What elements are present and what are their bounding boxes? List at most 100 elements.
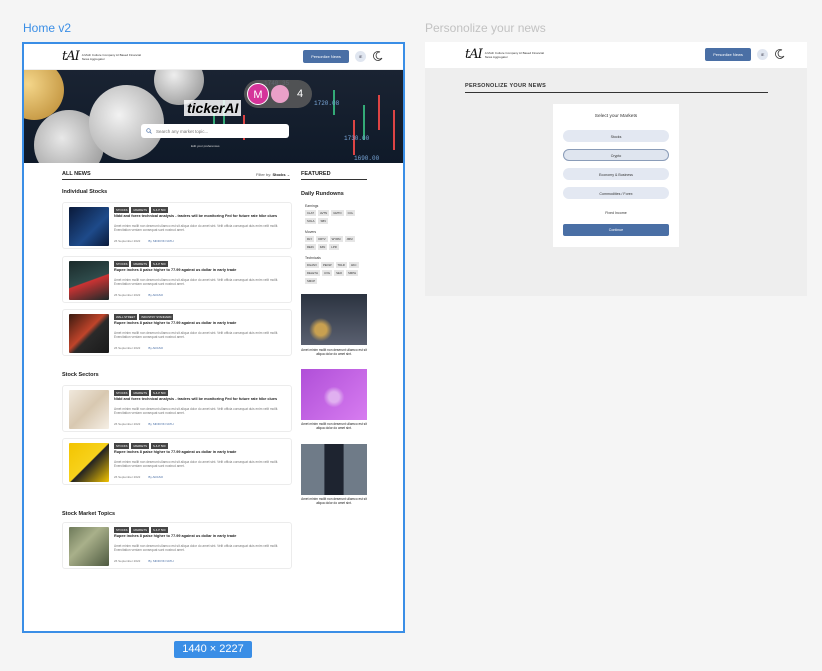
article-title[interactable]: Rupee inches 8 paise higher to 77.99 aga…: [114, 534, 286, 539]
tag[interactable]: STOCKS: [114, 390, 130, 396]
market-option-crypto[interactable]: Crypto: [563, 149, 669, 161]
article-author[interactable]: By SIDDVIK NATH: [148, 422, 173, 426]
tag[interactable]: STOCKS: [114, 261, 130, 267]
language-badge[interactable]: IE: [757, 49, 768, 60]
tag[interactable]: MARKETS: [131, 261, 149, 267]
ticker-chip[interactable]: AKC: [348, 262, 359, 268]
ticker-chip[interactable]: KZN: [317, 244, 328, 250]
article-title[interactable]: Nidd and forex technical analysis - trad…: [114, 397, 286, 402]
logo[interactable]: tAI A Moth Culture Company AI Based Fina…: [62, 49, 142, 64]
market-option-commodities[interactable]: Commodities / Forex: [563, 187, 669, 199]
article-title[interactable]: Rupee inches 8 paise higher to 77.99 aga…: [114, 450, 286, 455]
news-card[interactable]: STOCKS MARKETS S & P 500 Rupee inches 8 …: [62, 438, 292, 485]
collaborators-badge[interactable]: M 4: [244, 80, 312, 108]
tag[interactable]: MARKETS: [131, 527, 149, 533]
all-news-heading: ALL NEWS: [62, 171, 91, 177]
ticker-chip[interactable]: CLAT: [305, 210, 316, 216]
tag[interactable]: S & P 500: [150, 207, 168, 213]
ticker-chip[interactable]: SEO: [334, 270, 345, 276]
tag[interactable]: S & P 500: [150, 527, 168, 533]
ticker-chip[interactable]: SBV: [318, 218, 329, 224]
news-card[interactable]: STOCKS MARKETS S & P 500 Nidd and forex …: [62, 385, 292, 432]
tag[interactable]: MARKETS: [131, 207, 149, 213]
ticker-chip[interactable]: PEOW: [320, 262, 334, 268]
article-author[interactable]: By SIDDVIK NATH: [148, 239, 173, 243]
ticker-chip[interactable]: WYRM: [329, 236, 343, 242]
ticker-chip[interactable]: RLY: [305, 236, 315, 242]
search-input[interactable]: [156, 128, 276, 134]
ticker-chip[interactable]: LPR: [329, 244, 339, 250]
article-excerpt: Amet minim mollit non deserunt ullamco e…: [114, 460, 279, 468]
tag[interactable]: S & P 500: [150, 390, 168, 396]
ticker-chip[interactable]: SMCP: [305, 278, 318, 284]
tag-list: STOCKS MARKETS S & P 500: [114, 261, 168, 267]
logo-tagline: A Moth Culture Company AI Based Financia…: [484, 50, 544, 59]
moon-icon[interactable]: [372, 50, 384, 62]
ticker-chip-list: CLAT AVTN GMTO CCL SOLA SBV: [305, 210, 365, 224]
tag[interactable]: STOCKS: [114, 443, 130, 449]
ticker-chip[interactable]: SOLA: [305, 218, 317, 224]
svg-text:1690.00: 1690.00: [354, 155, 380, 162]
featured-image[interactable]: [301, 444, 367, 495]
tag[interactable]: STOCKS: [114, 527, 130, 533]
ticker-chip[interactable]: REIN: [305, 244, 316, 250]
svg-text:1720.08: 1720.08: [314, 100, 340, 107]
ticker-chip[interactable]: GMTO: [331, 210, 344, 216]
personalize-news-button[interactable]: Personlize News: [705, 48, 751, 61]
ticker-chip[interactable]: UXG: [322, 270, 333, 276]
tag[interactable]: INDUSTRY STANDARD: [139, 314, 174, 320]
daily-rundowns-title: Daily Rundowns: [301, 191, 344, 197]
search-bar[interactable]: [141, 124, 289, 138]
ticker-chip[interactable]: DELETH: [305, 270, 321, 276]
ticker-chip[interactable]: CCL: [345, 210, 356, 216]
tag[interactable]: S & P 500: [150, 261, 168, 267]
home-frame[interactable]: tAI A Moth Culture Company AI Based Fina…: [22, 42, 405, 633]
ticker-chip[interactable]: AVTN: [317, 210, 330, 216]
market-selection-panel: Select your Markets Stocks Crypto Econom…: [553, 104, 679, 247]
article-excerpt: Amet minim mollit non deserunt ullamco e…: [114, 224, 279, 232]
tag[interactable]: S & P 500: [150, 443, 168, 449]
news-card[interactable]: STOCKS MARKETS S & P 500 Rupee inches 8 …: [62, 522, 292, 569]
tag[interactable]: MARKETS: [131, 390, 149, 396]
featured-caption[interactable]: Amet minim mollit non deserunt ullamco e…: [301, 497, 367, 505]
ticker-chip[interactable]: DGANV: [305, 262, 319, 268]
ticker-chip[interactable]: TDLR: [335, 262, 347, 268]
article-thumbnail: [69, 314, 109, 353]
frame-label-home[interactable]: Home v2: [23, 21, 71, 35]
ticker-chip[interactable]: KRTV: [316, 236, 328, 242]
tag[interactable]: STOCKS: [114, 207, 130, 213]
logo[interactable]: tAI A Moth Culture Company AI Based Fina…: [465, 47, 545, 62]
filter-dropdown[interactable]: Filter by: Stocks ⌄: [256, 172, 290, 177]
market-option-stocks[interactable]: Stocks: [563, 130, 669, 142]
news-card[interactable]: STOCKS MARKETS S & P 500 Nidd and forex …: [62, 202, 292, 249]
continue-button[interactable]: Continue: [563, 224, 669, 236]
tag[interactable]: WALL STREET: [114, 314, 138, 320]
filter-value: Stocks: [272, 172, 286, 177]
featured-caption[interactable]: Amet minim mollit non deserunt ullamco e…: [301, 348, 367, 356]
article-author[interactable]: By ARASO: [148, 475, 163, 479]
market-option-fixed-income[interactable]: Fixed Income: [563, 206, 669, 218]
article-title[interactable]: Rupee inches 8 paise higher to 77.99 aga…: [114, 268, 286, 273]
article-author[interactable]: By SIDDVIK NATH: [148, 559, 173, 563]
article-title[interactable]: Rupee inches 8 paise higher to 77.99 aga…: [114, 321, 286, 326]
article-author[interactable]: By ARASO: [148, 293, 163, 297]
language-badge[interactable]: IE: [355, 51, 366, 62]
preferences-hint[interactable]: Edit your preferences: [191, 144, 220, 148]
market-option-economy[interactable]: Economy & Business: [563, 168, 669, 180]
tag[interactable]: MARKETS: [131, 443, 149, 449]
featured-image[interactable]: [301, 369, 367, 420]
featured-caption[interactable]: Amet minim mollit non deserunt ullamco e…: [301, 422, 367, 430]
ticker-chip[interactable]: SMPH: [346, 270, 359, 276]
moon-icon[interactable]: [774, 48, 786, 60]
news-card[interactable]: STOCKS MARKETS S & P 500 Rupee inches 8 …: [62, 256, 292, 303]
rundown-group-label: Technicals: [305, 256, 321, 260]
divider: [62, 179, 290, 180]
article-title[interactable]: Nidd and forex technical analysis - trad…: [114, 214, 286, 219]
news-card[interactable]: WALL STREET INDUSTRY STANDARD Rupee inch…: [62, 309, 292, 356]
personalize-news-button[interactable]: Personlize News: [303, 50, 349, 63]
frame-label-personalize[interactable]: Personolize your news: [425, 21, 546, 35]
personalize-frame[interactable]: tAI A Moth Culture Company AI Based Fina…: [425, 42, 807, 296]
featured-image[interactable]: [301, 294, 367, 345]
ticker-chip[interactable]: JMM: [344, 236, 355, 242]
article-author[interactable]: By ARASO: [148, 346, 163, 350]
